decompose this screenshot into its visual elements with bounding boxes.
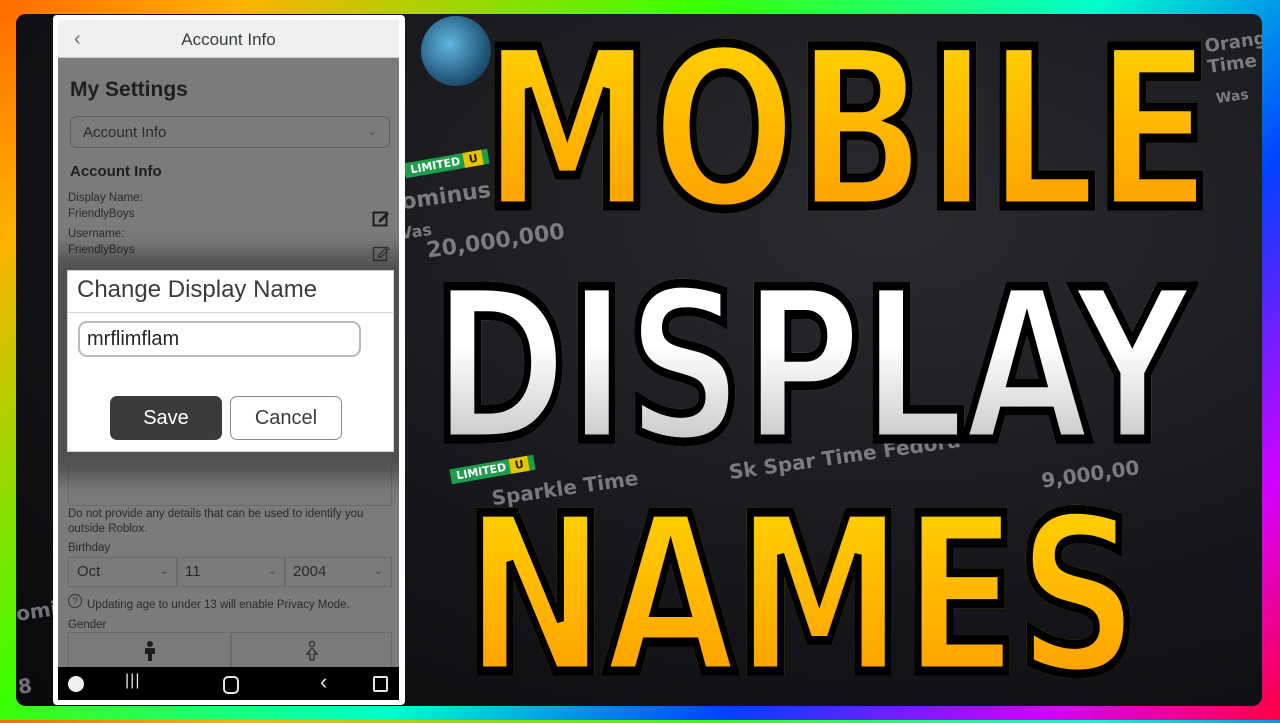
cancel-button[interactable]: Cancel (230, 396, 342, 440)
birthday-day-select[interactable]: 11 ⌄ (176, 557, 286, 587)
dialog-title: Change Display Name (77, 276, 318, 303)
select-value: 2004 (293, 563, 327, 580)
phone-screenshot: ‹ Account Info My Settings Account Info … (53, 15, 405, 705)
recent-apps-icon[interactable]: ||| (125, 672, 140, 690)
chevron-down-icon: ⌄ (159, 565, 169, 577)
section-heading: Account Info (70, 163, 162, 180)
chevron-down-icon: ⌄ (373, 565, 383, 577)
dialog-divider (68, 312, 393, 313)
catalog-item-name: Orang Time (1203, 27, 1262, 78)
app-header: ‹ Account Info (58, 20, 399, 58)
save-button[interactable]: Save (110, 396, 222, 440)
android-navbar: ||| ‹ (58, 667, 399, 700)
birthday-label: Birthday (68, 542, 111, 554)
home-icon[interactable] (223, 676, 239, 694)
edit-display-name-icon[interactable] (372, 209, 390, 227)
display-name-value: FriendlyBoys (68, 208, 135, 220)
page-title: My Settings (70, 78, 188, 101)
female-icon (305, 641, 319, 661)
headline-line-mobile: MOBILE (478, 2, 1215, 258)
display-name-input[interactable]: mrflimflam (78, 321, 361, 357)
privacy-note: Updating age to under 13 will enable Pri… (87, 599, 350, 611)
display-name-label: Display Name: (68, 192, 143, 204)
game-launcher-icon[interactable] (68, 676, 84, 692)
gender-female-button[interactable] (230, 632, 392, 670)
back-icon[interactable]: ‹ (320, 669, 327, 695)
change-display-name-dialog: Change Display Name mrflimflam Save Canc… (67, 270, 394, 452)
headline-line-names: NAMES (460, 470, 1143, 723)
headline-line-display: DISPLAY (428, 244, 1195, 489)
username-label: Username: (68, 228, 125, 240)
gender-label: Gender (68, 619, 107, 631)
male-icon (145, 641, 155, 661)
about-hint: Do not provide any details that can be u… (68, 508, 364, 535)
settings-section-select[interactable]: Account Info ⌄ (70, 116, 390, 148)
settings-screen: ‹ Account Info My Settings Account Info … (58, 20, 399, 700)
chevron-down-icon: ⌄ (267, 565, 277, 577)
birthday-month-select[interactable]: Oct ⌄ (68, 557, 178, 587)
help-icon: ? (68, 594, 82, 608)
select-value: Account Info (83, 124, 167, 141)
select-value: Oct (77, 563, 101, 580)
birthday-year-select[interactable]: 2004 ⌄ (284, 557, 392, 587)
header-title: Account Info (181, 30, 276, 49)
dominus-hat-image (421, 16, 491, 86)
chevron-down-icon: ⌄ (367, 126, 377, 138)
screen-capture-icon[interactable] (373, 676, 388, 692)
gender-male-button[interactable] (68, 632, 232, 670)
select-value: 11 (185, 563, 201, 580)
